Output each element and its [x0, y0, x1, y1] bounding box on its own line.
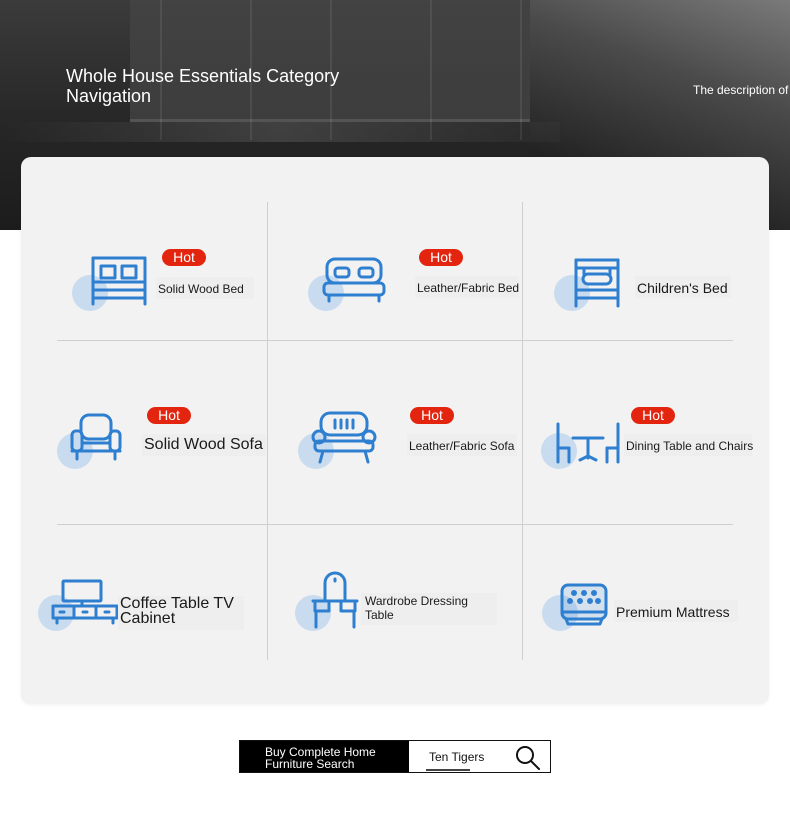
- dressing-table-icon: [311, 571, 359, 629]
- armchair-icon: [70, 413, 122, 461]
- category-premium-mattress[interactable]: Premium Mattress: [536, 572, 766, 642]
- hero-background-beam: [0, 122, 560, 142]
- category-label: Dining Table and Chairs: [626, 439, 754, 453]
- grid-divider-vertical: [522, 202, 523, 660]
- grid-divider-horizontal: [57, 524, 733, 525]
- hot-badge: Hot: [631, 407, 675, 424]
- bed-icon: [91, 256, 147, 306]
- hero-window-frame: [430, 0, 432, 140]
- category-dining-table-and-chairs[interactable]: Dining Table and Chairs Hot: [533, 402, 769, 472]
- search-input[interactable]: [429, 748, 514, 765]
- category-label: Solid Wood Bed: [158, 282, 244, 296]
- hot-badge: Hot: [419, 249, 463, 266]
- sofa-icon: [311, 411, 377, 464]
- category-leather-fabric-bed[interactable]: Leather/Fabric Bed Hot: [297, 242, 520, 312]
- furniture-search-bar: Buy Complete Home Furniture Search: [239, 740, 551, 773]
- hero-description: The description of: [693, 83, 789, 97]
- category-label: Solid Wood Sofa: [144, 436, 263, 453]
- category-wardrobe-dressing-table[interactable]: Wardrobe Dressing Table: [291, 567, 517, 637]
- search-field-wrapper: [409, 741, 550, 772]
- tv-cabinet-icon: [51, 579, 119, 625]
- hot-badge: Hot: [162, 249, 206, 266]
- category-solid-wood-sofa[interactable]: Solid Wood Sofa Hot: [49, 402, 269, 472]
- category-childrens-bed[interactable]: Children's Bed: [546, 242, 761, 312]
- category-navigation-panel: Solid Wood Bed Hot Leather/Fabric Bed Ho…: [21, 157, 769, 704]
- category-label: Coffee Table TV Cabinet: [120, 595, 234, 627]
- hot-badge: Hot: [410, 407, 454, 424]
- hot-badge: Hot: [147, 407, 191, 424]
- dining-set-icon: [556, 422, 620, 464]
- category-label: Children's Bed: [637, 280, 728, 296]
- childrens-bed-icon: [574, 258, 620, 308]
- category-label: Leather/Fabric Sofa: [409, 439, 515, 453]
- category-label: Leather/Fabric Bed: [417, 281, 520, 295]
- grid-divider-horizontal: [57, 340, 733, 341]
- mattress-icon: [560, 583, 608, 626]
- page-title: Whole House Essentials Category Navigati…: [66, 66, 340, 106]
- search-input-underline: [426, 769, 470, 771]
- category-label: Premium Mattress: [616, 604, 730, 620]
- search-label: Buy Complete Home Furniture Search: [240, 741, 409, 772]
- hero-window-frame: [520, 0, 522, 140]
- category-label: Wardrobe Dressing Table: [365, 594, 468, 622]
- search-icon[interactable]: [515, 745, 541, 771]
- category-leather-fabric-sofa[interactable]: Leather/Fabric Sofa Hot: [291, 402, 521, 472]
- category-coffee-table-tv-cabinet[interactable]: Coffee Table TV Cabinet: [36, 572, 266, 642]
- category-solid-wood-bed[interactable]: Solid Wood Bed Hot: [61, 242, 261, 312]
- soft-bed-icon: [322, 257, 386, 303]
